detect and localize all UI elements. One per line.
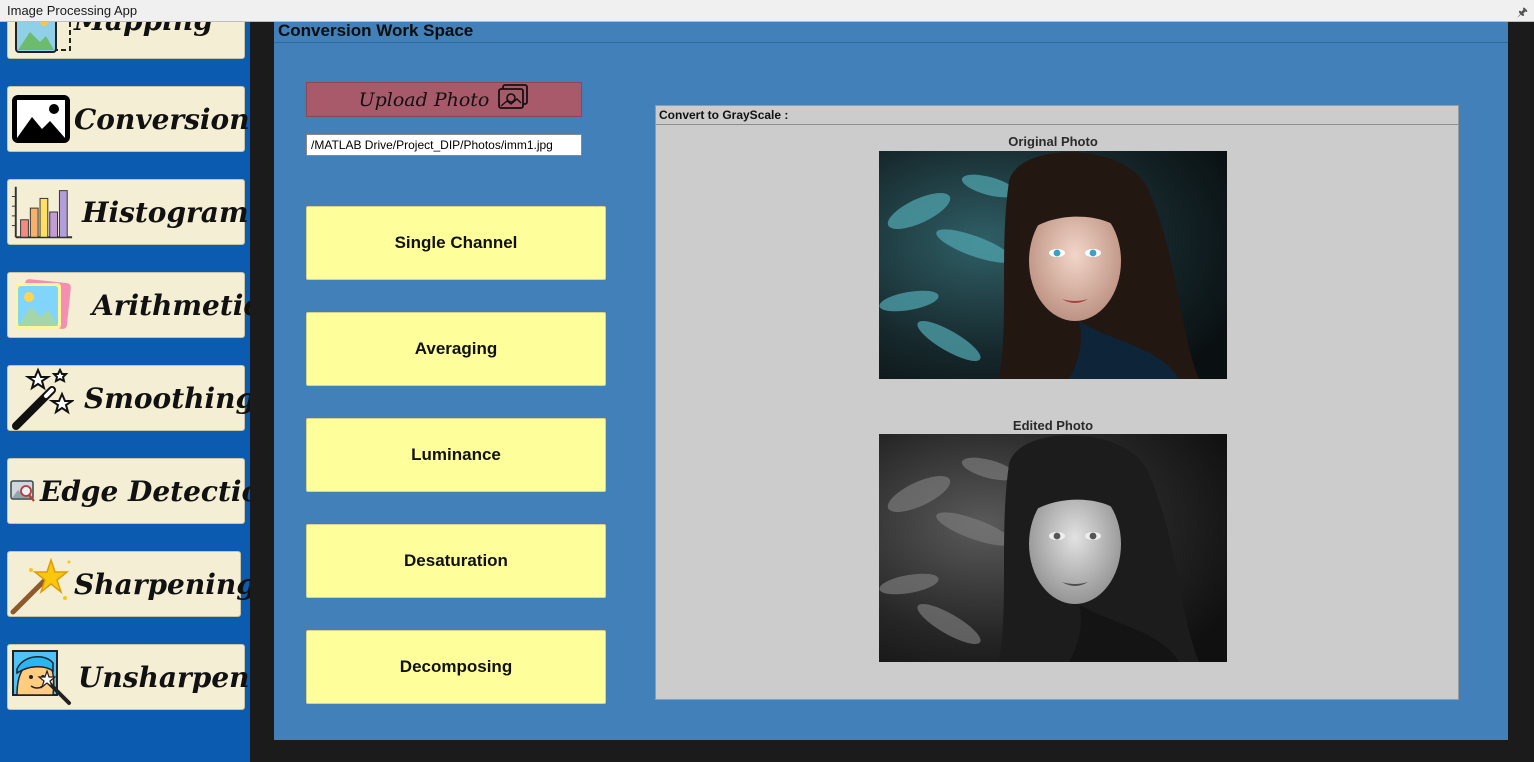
sidebar-item-arithmetic[interactable]: Arithmetic: [7, 272, 250, 338]
sidebar: Mapping Conversion: [0, 22, 250, 762]
sidebar-item-label: Histogram: [82, 195, 249, 229]
sidebar-item-label: Mapping: [74, 22, 213, 37]
conversion-workspace: Conversion Work Space Upload Photo /MATL…: [274, 21, 1508, 740]
upload-photo-button[interactable]: Upload Photo: [306, 82, 582, 117]
desaturation-button[interactable]: Desaturation: [306, 524, 606, 598]
sidebar-item-label: Edge Detection: [40, 474, 250, 508]
luminance-button[interactable]: Luminance: [306, 418, 606, 492]
pin-icon[interactable]: 🖈: [1517, 3, 1528, 24]
sidebar-item-label: Smoothing: [84, 381, 250, 415]
file-path-field[interactable]: /MATLAB Drive/Project_DIP/Photos/imm1.jp…: [306, 134, 582, 156]
sidebar-item-smoothing[interactable]: Smoothing: [7, 365, 250, 431]
averaging-button[interactable]: Averaging: [306, 312, 606, 386]
sidebar-item-label: Conversion: [74, 102, 250, 136]
magic-wand-stars-icon: [8, 367, 74, 430]
sidebar-item-unsharpen[interactable]: Unsharpen: [7, 644, 250, 710]
sidebar-item-edge-detection[interactable]: Edge Detection: [7, 458, 250, 524]
face-wand-icon: [8, 647, 74, 707]
title-bar: Image Processing App 🖈: [0, 0, 1534, 22]
workspace-title: Conversion Work Space: [278, 21, 474, 40]
sidebar-item-label: Sharpening: [74, 567, 250, 601]
bottom-margin: [274, 740, 1508, 762]
single-channel-button[interactable]: Single Channel: [306, 206, 606, 280]
sidebar-item-histogram[interactable]: Histogram: [7, 179, 249, 245]
photo-upload-icon: [497, 84, 529, 115]
title-divider: [274, 42, 1508, 43]
decomposing-button[interactable]: Decomposing: [306, 630, 606, 704]
sidebar-item-conversion[interactable]: Conversion: [7, 86, 250, 152]
image-mapping-icon: [8, 22, 74, 56]
sidebar-item-label: Unsharpen: [78, 660, 250, 694]
sidebar-item-sharpening[interactable]: Sharpening: [7, 551, 250, 617]
sidebar-item-mapping[interactable]: Mapping: [7, 22, 245, 59]
sparkle-wand-icon: [8, 554, 74, 615]
splitter: [250, 22, 274, 762]
grayscale-panel: Convert to GrayScale : Original Photo Ed…: [655, 105, 1459, 700]
upload-button-label: Upload Photo: [358, 88, 490, 111]
original-photo: [879, 151, 1227, 379]
landscape-photo-icon: [8, 89, 74, 149]
original-photo-caption: Original Photo: [1008, 134, 1098, 149]
bar-chart-icon: [8, 182, 74, 242]
edited-photo-caption: Edited Photo: [1012, 418, 1094, 433]
sidebar-item-label: Arithmetic: [92, 288, 250, 322]
image-search-icon: [8, 461, 38, 521]
photo-stack-icon: [8, 275, 74, 335]
edited-photo: [879, 434, 1227, 662]
right-margin: [1508, 22, 1534, 762]
panel-title: Convert to GrayScale :: [659, 108, 789, 122]
window-title: Image Processing App: [7, 3, 138, 18]
panel-divider: [656, 124, 1458, 125]
